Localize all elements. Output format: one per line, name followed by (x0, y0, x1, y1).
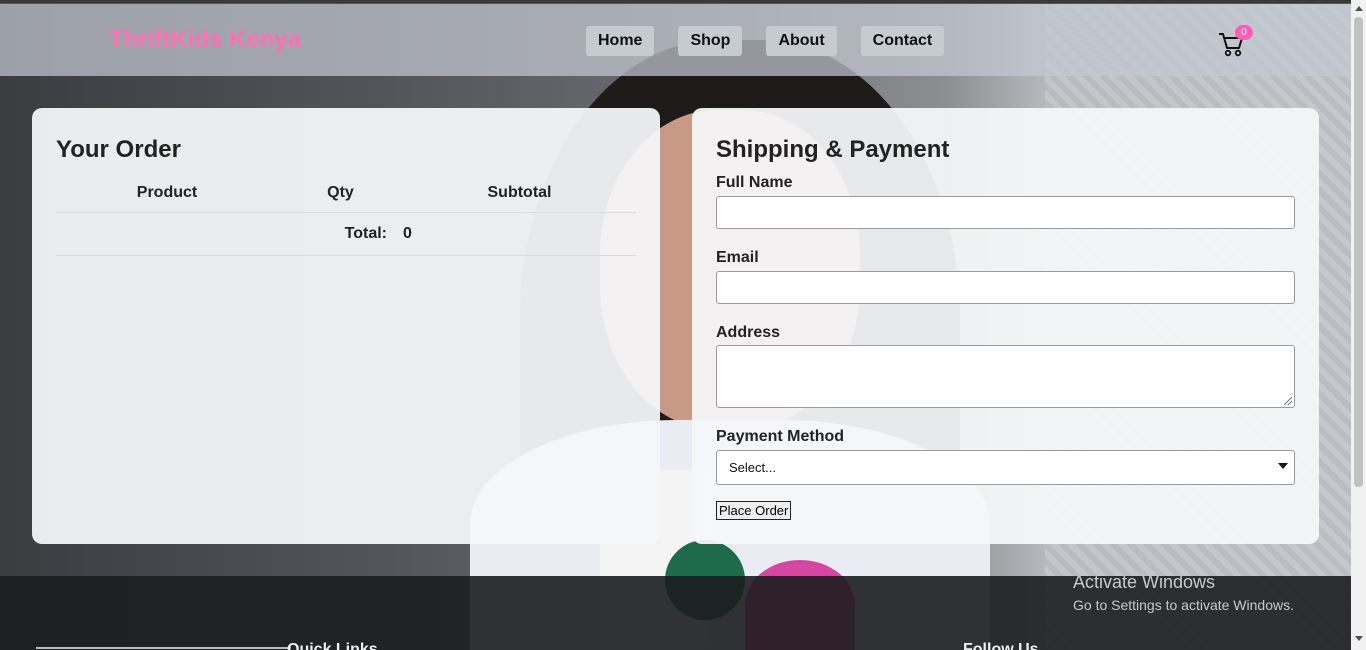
email-input[interactable] (716, 271, 1295, 304)
full-name-label: Full Name (716, 174, 793, 191)
scroll-down-icon[interactable] (1355, 636, 1363, 641)
scrollbar-thumb[interactable] (1354, 17, 1363, 487)
address-label: Address (716, 324, 781, 341)
brand-logo[interactable]: ThriftKids Kenya (109, 26, 301, 54)
order-total-row: Total: 0 (56, 212, 636, 256)
activate-windows-title: Activate Windows (1073, 572, 1216, 592)
column-qty: Qty (278, 174, 403, 213)
order-table-header: Product Qty Subtotal (56, 174, 636, 213)
shipping-panel: Shipping & Payment Full Name Email Addre… (692, 108, 1319, 544)
full-name-input[interactable] (716, 196, 1295, 229)
chevron-down-icon (1278, 463, 1288, 469)
payment-method-select[interactable]: Select... (716, 450, 1295, 485)
footer-divider (36, 647, 291, 649)
nav-contact[interactable]: Contact (860, 26, 945, 56)
payment-method-value: Select... (729, 460, 776, 475)
total-value: 0 (403, 212, 636, 256)
cart-count-badge: 0 (1235, 25, 1253, 40)
nav-about[interactable]: About (766, 26, 837, 56)
shipping-title: Shipping & Payment (716, 136, 950, 163)
order-panel: Your Order Product Qty Subtotal Total: 0 (32, 108, 660, 544)
page-scrollbar[interactable] (1351, 0, 1366, 650)
site-header: ThriftKids Kenya Home Shop About Contact… (0, 3, 1351, 76)
footer-follow-us-heading: Follow Us (963, 641, 1039, 650)
column-subtotal: Subtotal (403, 174, 636, 213)
order-table: Product Qty Subtotal Total: 0 (56, 174, 636, 256)
activate-windows-subtitle: Go to Settings to activate Windows. (1073, 597, 1294, 613)
nav-home[interactable]: Home (586, 26, 655, 56)
payment-method-label: Payment Method (716, 428, 845, 445)
total-label: Total: (56, 212, 403, 256)
main-nav: Home Shop About Contact (586, 26, 945, 56)
column-product: Product (56, 174, 278, 213)
place-order-button[interactable]: Place Order (716, 501, 792, 520)
resize-grip-icon[interactable] (1284, 397, 1292, 405)
order-title: Your Order (56, 136, 181, 163)
scroll-up-icon[interactable] (1355, 6, 1363, 11)
nav-shop[interactable]: Shop (678, 26, 743, 56)
footer-quick-links-heading: Quick Links (287, 641, 378, 650)
activate-windows-watermark: Activate Windows Go to Settings to activ… (1073, 572, 1294, 613)
address-textarea[interactable] (716, 345, 1295, 408)
email-label: Email (716, 249, 759, 266)
